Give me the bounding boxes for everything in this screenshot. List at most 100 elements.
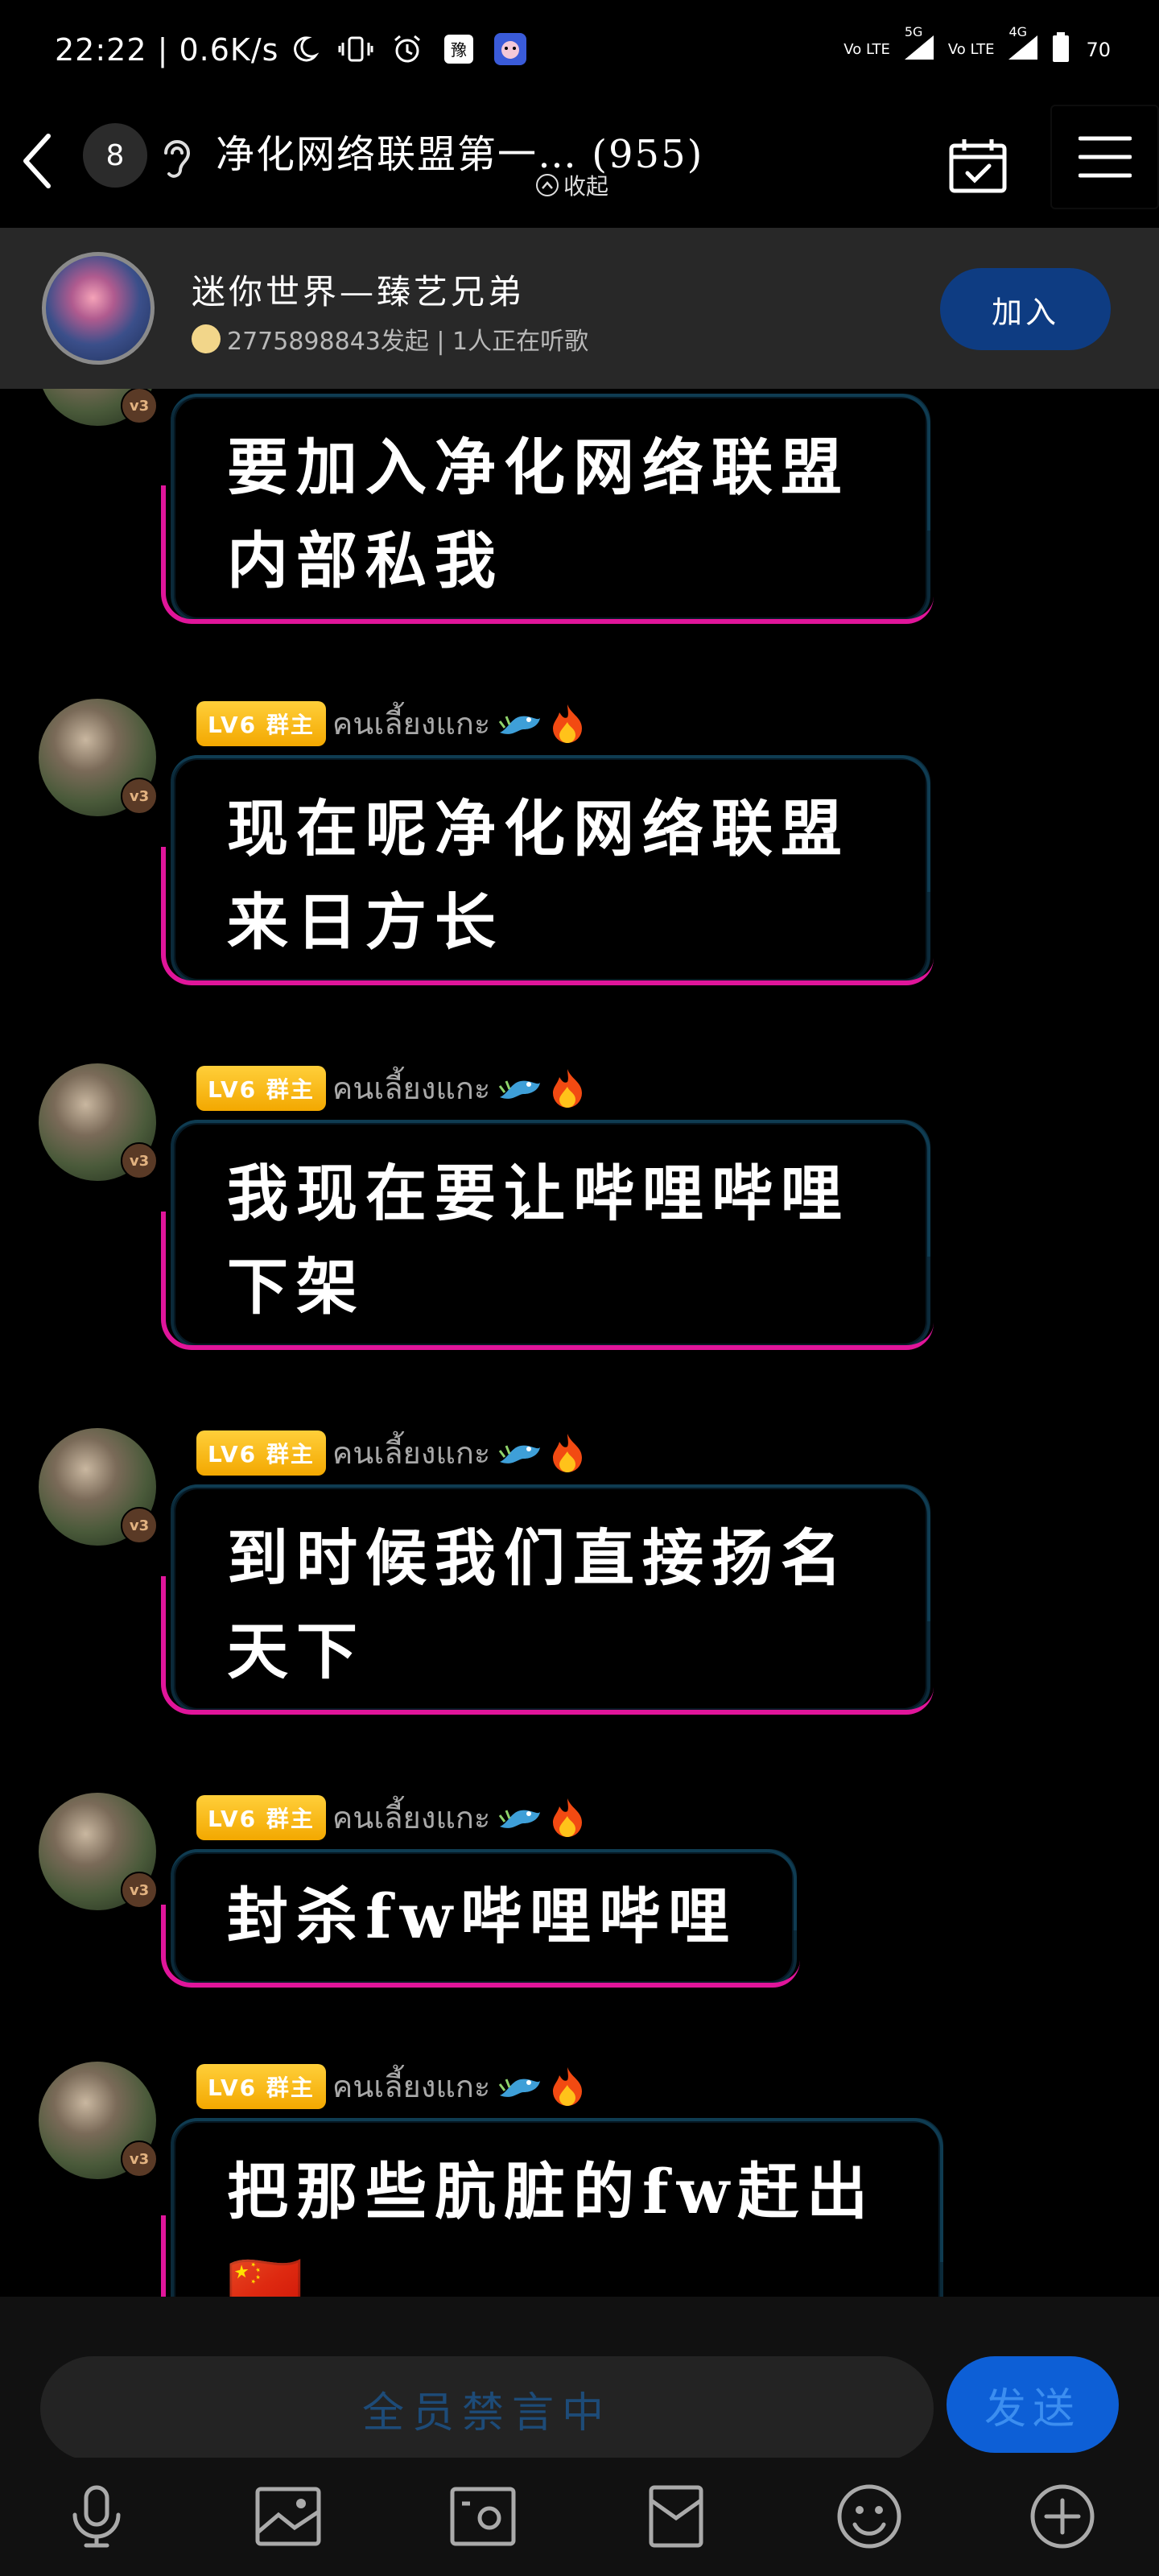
dragon-icon <box>499 1809 541 1828</box>
microphone-icon <box>72 2485 121 2548</box>
alarm-icon <box>389 31 426 68</box>
fire-icon <box>553 2066 583 2106</box>
message-text: 把那些肮脏的fw赶出 🇨🇳 <box>227 2156 876 2297</box>
message-list[interactable]: v3 要加入净化网络联盟 内部私我 v3 LV6 群主 คนเลี้ยงแกะ … <box>0 389 1159 2297</box>
input-toolbar <box>0 2458 1159 2576</box>
vip-badge: v3 <box>121 778 158 815</box>
sender-info-row: LV6 群主 คนเลี้ยงแกะ <box>196 1428 585 1477</box>
sender-avatar[interactable]: v3 <box>39 389 158 426</box>
level-tag: LV6 群主 <box>196 2063 326 2109</box>
fire-icon <box>553 1433 583 1472</box>
listen-together-banner[interactable]: 迷你世界—臻艺兄弟 2775898843发起 | 1人正在听歌 加入 <box>0 228 1159 389</box>
message-bubble[interactable]: 到时候我们直接扬名 天下 <box>161 1484 934 1715</box>
vip-badge: v3 <box>121 2140 158 2178</box>
camera-button[interactable] <box>444 2478 522 2555</box>
sender-name[interactable]: คนเลี้ยงแกะ <box>332 1428 490 1477</box>
sender-name[interactable]: คนเลี้ยงแกะ <box>332 1063 490 1113</box>
emoji-icon <box>837 2484 901 2549</box>
dragon-icon <box>499 715 541 734</box>
sender-info-row: LV6 群主 คนเลี้ยงแกะ <box>196 699 585 748</box>
fire-icon <box>553 1798 583 1837</box>
vibrate-icon <box>337 31 374 68</box>
sender-name[interactable]: คนเลี้ยงแกะ <box>332 1793 490 1842</box>
back-button[interactable] <box>14 129 60 193</box>
sender-avatar[interactable]: v3 <box>39 1793 158 1910</box>
join-button[interactable]: 加入 <box>940 268 1111 350</box>
sender-name[interactable]: คนเลี้ยงแกะ <box>332 699 490 748</box>
red-packet-button[interactable] <box>637 2478 715 2555</box>
dragon-icon <box>499 1080 541 1099</box>
voice-button[interactable] <box>58 2478 135 2555</box>
message-input[interactable]: 全员禁言中 <box>40 2356 934 2461</box>
image-button[interactable] <box>250 2478 327 2555</box>
sender-info-row: LV6 群主 คนเลี้ยงแกะ <box>196 1063 585 1113</box>
sim1-signal-icon: 5G <box>903 24 935 66</box>
emoji-button[interactable] <box>831 2478 908 2555</box>
calendar-check-button[interactable] <box>942 129 1014 201</box>
send-button[interactable]: 发送 <box>947 2356 1119 2453</box>
collapse-label: 收起 <box>563 173 609 200</box>
level-tag: LV6 群主 <box>196 1794 326 1840</box>
battery-level: 70 <box>1086 39 1111 61</box>
dragon-icon <box>499 1444 541 1463</box>
vip-badge: v3 <box>121 1142 158 1179</box>
sender-avatar[interactable]: v3 <box>39 2062 158 2179</box>
app-notification-icon: 豫 <box>440 31 477 68</box>
status-right-group: Vo LTE 5G Vo LTE 4G 70 <box>843 24 1111 68</box>
chevron-up-icon <box>536 174 559 196</box>
initiator-avatar <box>192 324 221 353</box>
music-cover-image <box>42 252 155 365</box>
svg-text:豫: 豫 <box>451 40 467 60</box>
collapse-toggle[interactable]: 收起 <box>536 169 608 201</box>
game-app-icon <box>492 31 529 68</box>
ear-icon[interactable] <box>159 135 195 184</box>
sender-avatar[interactable]: v3 <box>39 699 158 816</box>
sender-avatar[interactable]: v3 <box>39 1428 158 1546</box>
sender-avatar[interactable]: v3 <box>39 1063 158 1181</box>
level-tag: LV6 群主 <box>196 1430 326 1476</box>
sim2-net-label: 4G <box>1008 24 1028 39</box>
message-bubble[interactable]: 我现在要让哔哩哔哩 下架 <box>161 1120 934 1350</box>
sim2-signal-icon: 4G <box>1007 24 1039 66</box>
message-text: 要加入净化网络联盟 内部私我 <box>227 431 850 597</box>
more-button[interactable] <box>1024 2478 1101 2555</box>
vip-badge: v3 <box>121 1872 158 1909</box>
sender-info-row: LV6 群主 คนเลี้ยงแกะ <box>196 2062 585 2111</box>
status-notification-icons: 豫 <box>286 31 529 68</box>
fire-icon <box>553 1068 583 1108</box>
message-text: 现在呢净化网络联盟 来日方长 <box>227 793 850 958</box>
menu-button[interactable] <box>1050 105 1159 209</box>
sim1-label: Vo LTE <box>843 41 890 58</box>
sim1-net-label: 5G <box>904 24 923 39</box>
calendar-check-icon <box>949 139 1007 193</box>
music-subtitle-row: 2775898843发起 | 1人正在听歌 <box>192 321 588 357</box>
message-bubble[interactable]: 把那些肮脏的fw赶出 🇨🇳 <box>161 2118 943 2297</box>
input-bar: 全员禁言中 发送 <box>0 2297 1159 2461</box>
status-time: 22:22 | 0.6K/s <box>55 32 279 68</box>
sender-name[interactable]: คนเลี้ยงแกะ <box>332 2062 490 2111</box>
music-title: 迷你世界—臻艺兄弟 <box>192 272 526 312</box>
message-bubble[interactable]: 封杀fw哔哩哔哩 <box>161 1849 800 1988</box>
vip-badge: v3 <box>121 1507 158 1544</box>
red-packet-icon <box>649 2485 703 2548</box>
music-subtitle: 2775898843发起 | 1人正在听歌 <box>227 328 589 356</box>
battery-icon <box>1052 32 1070 68</box>
level-tag: LV6 群主 <box>196 1065 326 1111</box>
menu-icon <box>1078 136 1132 178</box>
message-bubble[interactable]: 现在呢净化网络联盟 来日方长 <box>161 755 934 985</box>
back-icon <box>23 134 51 188</box>
message-text: 我现在要让哔哩哔哩 下架 <box>227 1158 850 1323</box>
unread-count-badge[interactable]: 8 <box>83 123 147 188</box>
group-title[interactable]: 净化网络联盟第一… (955) <box>216 122 703 179</box>
dragon-icon <box>499 2078 541 2097</box>
image-icon <box>255 2487 321 2546</box>
plus-icon <box>1030 2484 1095 2549</box>
message-text: 到时候我们直接扬名 天下 <box>227 1522 850 1687</box>
sender-info-row: LV6 群主 คนเลี้ยงแกะ <box>196 1793 585 1842</box>
message-bubble[interactable]: 要加入净化网络联盟 内部私我 <box>161 394 934 624</box>
camera-icon <box>450 2487 516 2546</box>
status-bar: 22:22 | 0.6K/s 豫 Vo LTE 5G Vo LTE 4G 70 <box>0 0 1159 105</box>
moon-icon <box>286 31 323 68</box>
sim2-label: Vo LTE <box>947 41 995 58</box>
vip-badge: v3 <box>121 389 158 424</box>
